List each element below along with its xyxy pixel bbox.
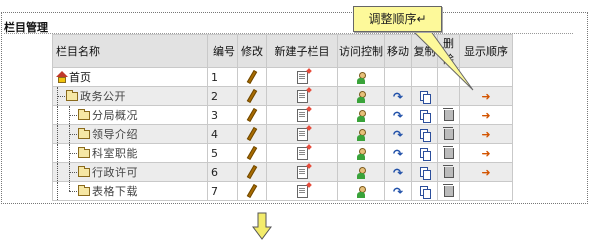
arrow-down-icon bbox=[252, 212, 272, 240]
callout-tail bbox=[410, 29, 474, 91]
callout-text: 调整顺序↵ bbox=[368, 12, 427, 26]
callout-box: 调整顺序↵ bbox=[353, 6, 442, 32]
